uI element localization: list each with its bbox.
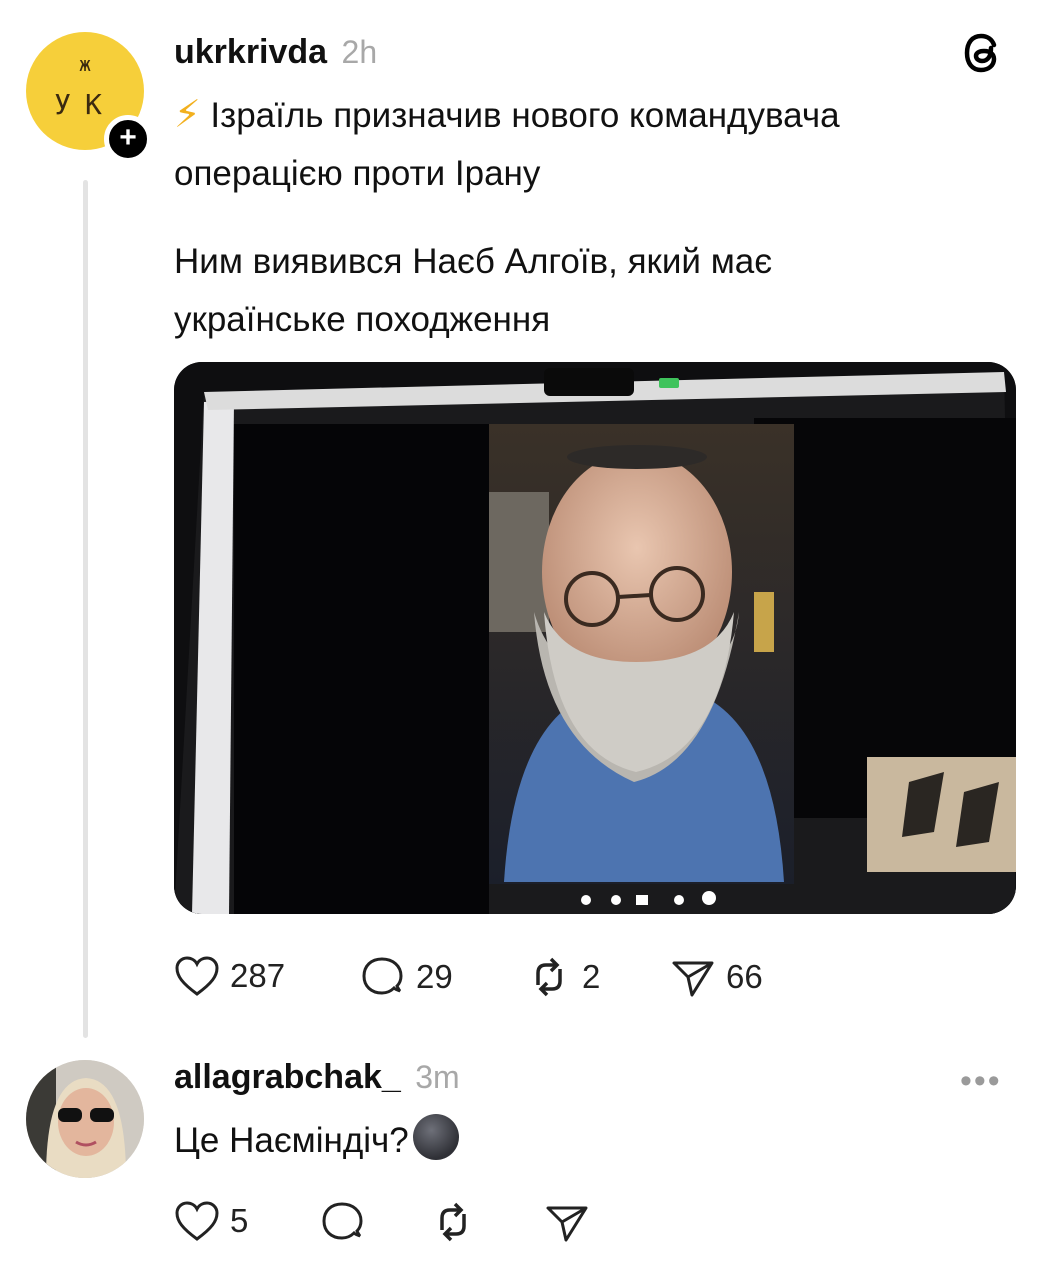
follow-plus-button[interactable]: + (104, 115, 152, 163)
reply-avatar[interactable] (26, 1060, 144, 1178)
share-count: 66 (726, 958, 763, 995)
repost-icon (440, 1202, 466, 1242)
post-time: 2h (341, 34, 378, 70)
post-text-line-2: операцією проти Ірану (174, 154, 541, 193)
send-icon (546, 1206, 588, 1242)
repost-icon (536, 957, 562, 997)
comment-bubble-icon (322, 1202, 363, 1240)
reply-header: allagrabchak_ 3m (174, 1058, 460, 1097)
repost-button[interactable]: 2 (526, 955, 600, 999)
heart-icon (175, 1201, 219, 1241)
reply-body: Це Наєміндіч? (174, 1112, 459, 1170)
send-icon (672, 961, 714, 997)
reply-comment-button[interactable] (320, 1200, 366, 1244)
video-call-photo (174, 362, 1016, 914)
comment-count: 29 (416, 958, 453, 995)
repost-count: 2 (582, 958, 601, 995)
post-header: ukrkrivda 2h (174, 33, 377, 72)
new-moon-face-emoji (412, 1114, 459, 1160)
reply-time: 3m (415, 1059, 460, 1095)
avatar-logo-top: ж (78, 52, 92, 76)
heart-icon (175, 956, 219, 996)
reply-avatar-photo (26, 1060, 144, 1178)
post-body: ⚡ Ізраїль призначив нового командувача о… (174, 86, 1004, 349)
post-username[interactable]: ukrkrivda (174, 33, 327, 71)
like-count: 287 (230, 957, 286, 994)
thread-connector-line (83, 180, 88, 1038)
post-text-line-3: Ним виявився Наєб Алгоїв, який має (174, 242, 773, 281)
plus-icon: + (119, 121, 137, 154)
more-dots-icon[interactable]: ••• (960, 1062, 1002, 1101)
post-text-line-1: Ізраїль призначив нового командувача (210, 96, 840, 135)
reply-text: Це Наєміндіч? (174, 1121, 409, 1160)
reply-like-button[interactable]: 5 (174, 1200, 248, 1242)
reply-share-button[interactable] (544, 1200, 590, 1244)
share-button[interactable]: 66 (670, 955, 763, 999)
reply-repost-button[interactable] (430, 1200, 476, 1244)
reply-username[interactable]: allagrabchak_ (174, 1058, 401, 1096)
threads-logo-icon[interactable] (958, 28, 1008, 78)
reply-like-count: 5 (230, 1202, 249, 1239)
post-image[interactable] (174, 362, 1016, 914)
lightning-emoji: ⚡ (174, 94, 201, 136)
post-text-line-4: українське походження (174, 300, 551, 339)
comment-button[interactable]: 29 (360, 955, 453, 999)
like-button[interactable]: 287 (174, 955, 285, 997)
comment-bubble-icon (362, 957, 403, 995)
post-line-1: ⚡ Ізраїль призначив нового командувача (174, 86, 1004, 145)
